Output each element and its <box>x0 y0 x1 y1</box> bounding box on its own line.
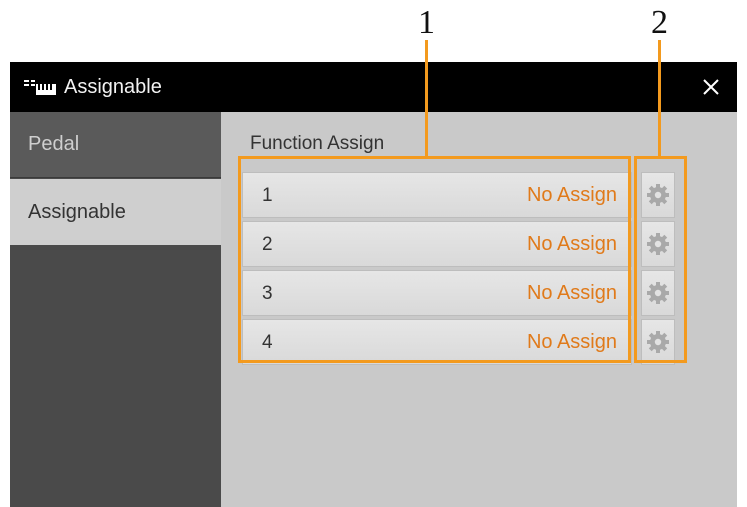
settings-button-3[interactable] <box>641 270 675 316</box>
callout-1-label: 1 <box>418 4 435 41</box>
row-number: 1 <box>262 185 273 206</box>
callout-1-leader <box>425 40 428 157</box>
sidebar-tab-pedal[interactable]: Pedal <box>10 112 221 178</box>
settings-button-4[interactable] <box>641 319 675 365</box>
sidebar-tab-assignable[interactable]: Assignable <box>10 179 221 245</box>
settings-button-1[interactable] <box>641 172 675 218</box>
row-number: 3 <box>262 283 273 304</box>
function-row-4[interactable]: 4 No Assign <box>242 319 632 365</box>
sidebar: Pedal Assignable <box>10 112 221 507</box>
row-assign-value: No Assign <box>526 184 617 206</box>
row-assign-value: No Assign <box>526 233 617 255</box>
function-row-2[interactable]: 2 No Assign <box>242 221 632 267</box>
main-panel: Function Assign 1 No Assign 2 No Assign … <box>221 112 737 507</box>
row-assign-value: No Assign <box>526 331 617 353</box>
window-title: Assignable <box>64 76 162 98</box>
function-row-3[interactable]: 3 No Assign <box>242 270 632 316</box>
sidebar-tab-label: Pedal <box>28 133 80 155</box>
gear-icon <box>647 233 669 255</box>
close-icon <box>703 79 719 95</box>
gear-icon <box>647 331 669 353</box>
keyboard-icon <box>24 80 56 95</box>
callout-2-leader <box>658 40 661 157</box>
section-title: Function Assign <box>250 133 385 154</box>
title-bar: Assignable <box>10 62 737 112</box>
gear-icon <box>647 184 669 206</box>
settings-button-2[interactable] <box>641 221 675 267</box>
sidebar-tab-label: Assignable <box>28 200 126 223</box>
close-button[interactable] <box>685 62 737 112</box>
function-row-1[interactable]: 1 No Assign <box>242 172 632 218</box>
gear-icon <box>647 282 669 304</box>
assignable-window: Assignable Pedal Assignable Function Ass… <box>10 62 737 507</box>
row-number: 2 <box>262 234 273 255</box>
row-number: 4 <box>262 332 273 353</box>
row-assign-value: No Assign <box>526 282 617 304</box>
callout-2-label: 2 <box>651 4 668 41</box>
